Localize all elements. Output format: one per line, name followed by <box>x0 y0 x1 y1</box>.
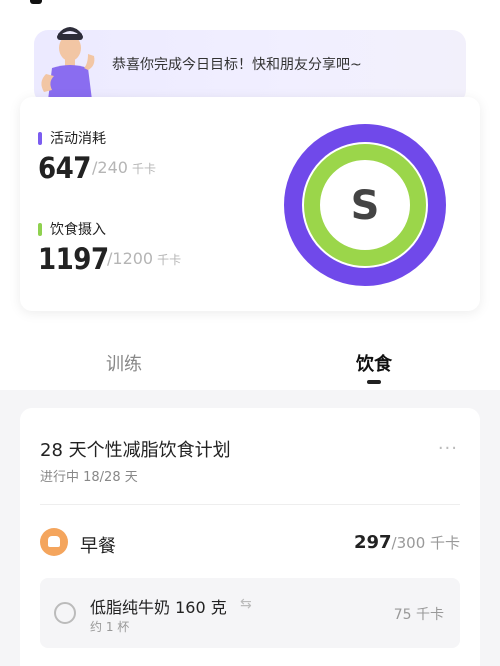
activity-bar-icon <box>38 131 42 145</box>
diet-plan-card[interactable]: 28 天个性减脂饮食计划 进行中 18/28 天 ··· 早餐 297/300 … <box>20 408 480 666</box>
food-name: 低脂纯牛奶 160 克 <box>90 598 227 617</box>
plan-title: 28 天个性减脂饮食计划 <box>40 440 231 461</box>
meal-calories: 297/300 千卡 <box>354 532 460 553</box>
activity-target: /240 千卡 <box>92 158 156 177</box>
banner-message: 恭喜你完成今日目标！快和朋友分享吧~ <box>112 57 362 73</box>
diet-label-text: 饮食摄入 <box>50 222 106 238</box>
diet-bar-icon <box>38 222 42 236</box>
diet-label: 饮食摄入 <box>38 219 106 239</box>
grade-label: S <box>351 183 380 229</box>
food-item[interactable]: 低脂纯牛奶 160 克 ⇆ 约 1 杯 75 千卡 <box>40 578 460 648</box>
meal-kcal-target: /300 千卡 <box>391 534 460 552</box>
diet-value: 1197 <box>38 242 109 276</box>
food-calories: 75 千卡 <box>393 607 444 623</box>
swap-icon[interactable]: ⇆ <box>240 596 252 612</box>
tab-bar: 训练 饮食 <box>0 340 500 390</box>
tab-training[interactable]: 训练 <box>106 350 142 376</box>
diet-unit: 千卡 <box>157 253 182 267</box>
food-checkbox[interactable] <box>54 602 76 624</box>
active-tab-indicator <box>367 380 381 384</box>
activity-label-text: 活动消耗 <box>50 131 106 147</box>
meal-name: 早餐 <box>80 536 116 557</box>
more-icon[interactable]: ··· <box>438 438 458 459</box>
divider <box>40 504 460 505</box>
activity-value: 647 <box>38 151 91 185</box>
status-bar-indicator <box>30 0 42 4</box>
activity-unit: 千卡 <box>131 162 156 176</box>
plan-progress: 进行中 18/28 天 <box>40 470 138 485</box>
activity-target-text: /240 <box>92 158 128 177</box>
runner-illustration <box>41 27 95 100</box>
meal-kcal-value: 297 <box>353 532 392 553</box>
goal-ring: S <box>284 124 446 286</box>
tab-diet[interactable]: 饮食 <box>356 350 392 376</box>
bread-icon <box>40 528 68 556</box>
activity-label: 活动消耗 <box>38 128 106 148</box>
diet-target-text: /1200 <box>107 249 154 268</box>
diet-target: /1200 千卡 <box>107 249 181 268</box>
food-amount: 约 1 杯 <box>90 620 130 634</box>
